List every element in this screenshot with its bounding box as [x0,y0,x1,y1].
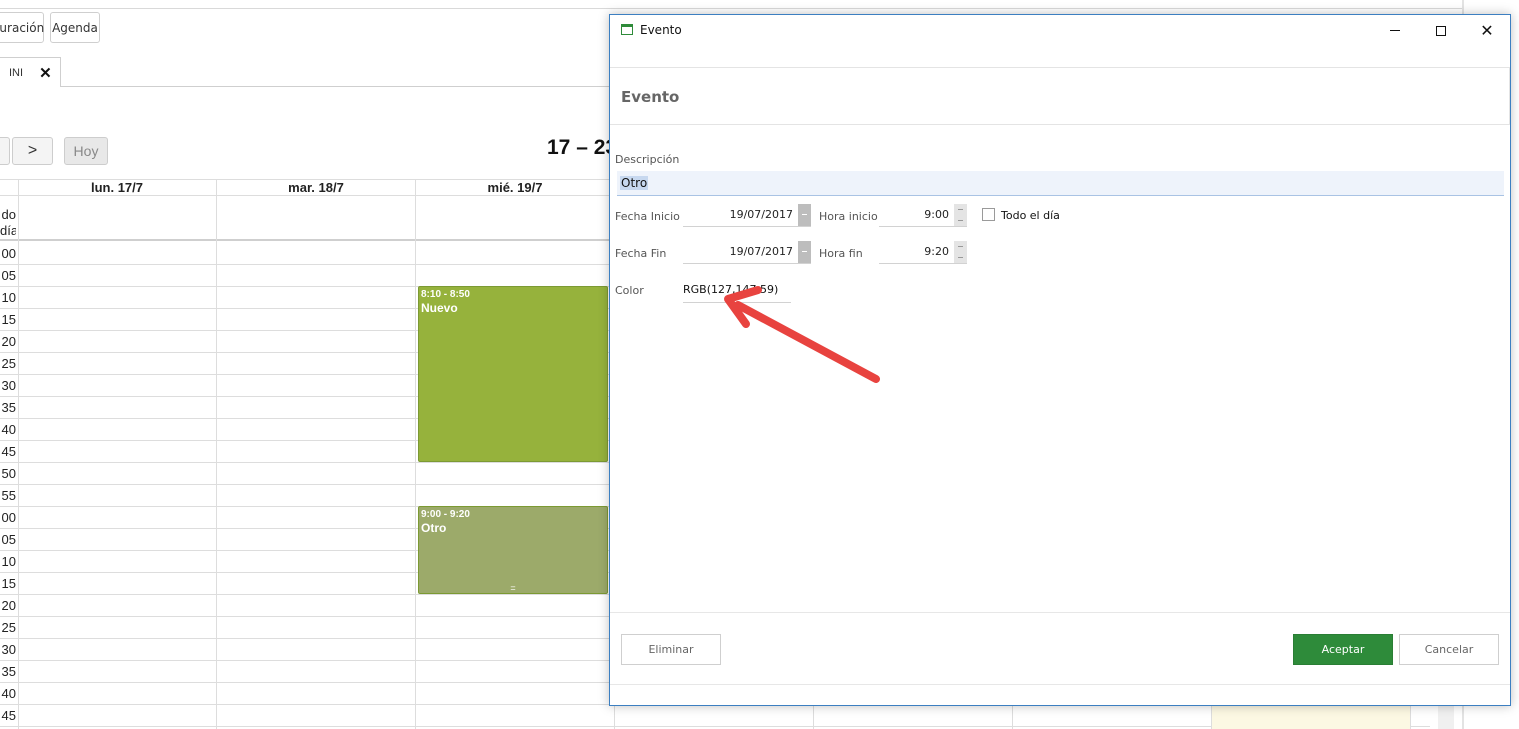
time-label: 25 [1,621,16,635]
chevron-right-icon: > [27,142,38,159]
dialog-titlebar[interactable]: Evento ✕ [610,15,1510,46]
event-time: 8:10 - 8:50 [421,289,470,300]
start-time-value: 9:00 [924,208,949,221]
end-time-label: Hora fin [819,247,863,260]
footer-bottom-line [610,684,1510,685]
time-label: 55 [1,489,16,503]
close-button[interactable]: ✕ [1464,15,1510,46]
start-date-dropdown[interactable] [798,204,811,226]
end-time-value: 9:20 [924,245,949,258]
time-label: 40 [1,687,16,701]
date-range-title: 17 – 23 [547,136,618,159]
screen: guración Agenda INI ✕ > Hoy 17 – 23 lun.… [0,0,1519,729]
time-label: 05 [1,269,16,283]
dialog-heading: Evento [621,88,680,106]
cancel-button[interactable]: Cancelar [1399,634,1499,665]
event-nuevo[interactable]: 8:10 - 8:50 Nuevo [418,286,608,462]
description-input[interactable]: Otro [617,171,1504,196]
accept-button[interactable]: Aceptar [1293,634,1393,665]
event-time: 9:00 - 9:20 [421,509,470,520]
time-label: 45 [1,445,16,459]
all-day-label: Todo el día [1001,209,1060,222]
time-label: 30 [1,643,16,657]
time-label: 15 [1,313,16,327]
all-day-label-line1: do [1,207,16,222]
time-label: 25 [1,357,16,371]
delete-button[interactable]: Eliminar [621,634,721,665]
time-label: 30 [1,379,16,393]
time-label: 45 [1,709,16,723]
next-week-button[interactable]: > [12,137,53,165]
all-day-label: do día [0,207,16,239]
end-date-value: 19/07/2017 [729,245,793,258]
time-label: 50 [1,467,16,481]
minimize-icon [1390,30,1400,31]
time-label: 20 [1,335,16,349]
start-date-field[interactable]: 19/07/2017 [683,204,811,227]
close-icon: ✕ [1480,21,1494,40]
event-title: Otro [421,521,447,535]
dialog-header: Evento [610,67,1510,125]
description-label: Descripción [615,153,680,166]
time-label: 35 [1,665,16,679]
start-date-value: 19/07/2017 [729,208,793,221]
tab-divider [61,86,621,87]
color-field[interactable]: RGB(127,147,59) [683,283,791,303]
column-line [18,179,19,729]
dialog-title: Evento [640,23,682,37]
top-divider [0,8,1462,9]
start-date-label: Fecha Inicio [615,210,680,223]
time-label: 15 [1,577,16,591]
column-line [216,179,217,729]
day-header-mon: lun. 17/7 [90,180,144,195]
day-header-wed: mié. 19/7 [487,180,543,195]
end-date-field[interactable]: 19/07/2017 [683,241,811,264]
today-column-highlight [1212,705,1410,729]
all-day-checkbox[interactable] [982,208,995,221]
close-icon[interactable]: ✕ [39,64,52,82]
color-label: Color [615,284,644,297]
today-button[interactable]: Hoy [64,137,108,165]
time-label: 10 [1,555,16,569]
time-label: 00 [1,511,16,525]
window-icon [621,24,633,35]
time-label: 20 [1,599,16,613]
maximize-icon [1436,25,1446,36]
agenda-button[interactable]: Agenda [50,12,100,43]
time-label: 40 [1,423,16,437]
arrow-shaft [734,301,880,383]
start-time-label: Hora inicio [819,210,878,223]
end-time-field[interactable]: 9:20 [879,241,967,264]
time-label: 00 [1,247,16,261]
end-date-label: Fecha Fin [615,247,667,260]
column-line [415,179,416,729]
time-label: 35 [1,401,16,415]
color-value: RGB(127,147,59) [683,283,779,296]
time-label: 10 [1,291,16,305]
end-time-spinner[interactable] [954,241,967,263]
tab-label: INI [9,66,24,79]
configuration-button[interactable]: guración [0,12,44,43]
start-time-spinner[interactable] [954,204,967,226]
start-time-field[interactable]: 9:00 [879,204,967,227]
day-header-tue: mar. 18/7 [288,180,344,195]
maximize-button[interactable] [1418,15,1464,46]
resize-handle[interactable]: = [419,584,607,593]
time-label: 05 [1,533,16,547]
prev-week-button[interactable] [0,137,10,165]
minimize-button[interactable] [1372,15,1418,46]
all-day-label-line2: día [0,223,16,238]
description-value: Otro [620,176,649,190]
event-otro[interactable]: 9:00 - 9:20 Otro = [418,506,608,594]
tab-ini[interactable]: INI ✕ [0,57,61,87]
event-dialog: Evento ✕ Evento Descripción Otro Fecha I… [609,14,1511,706]
end-date-dropdown[interactable] [798,241,811,263]
event-title: Nuevo [421,301,458,315]
footer-divider [610,612,1510,613]
